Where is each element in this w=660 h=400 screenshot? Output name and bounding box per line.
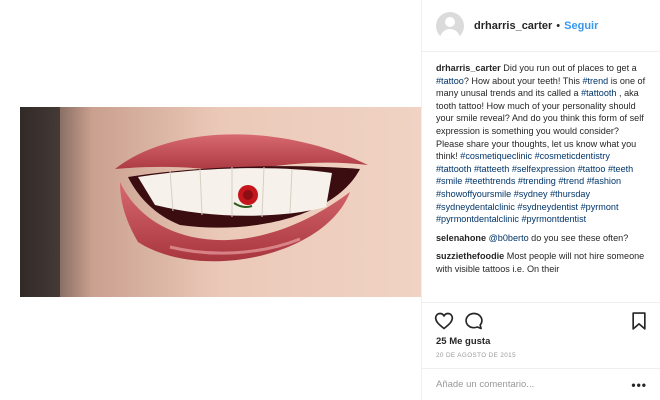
- comment-text-fragment: do you see these often?: [528, 232, 629, 243]
- action-bar: [422, 302, 660, 338]
- hashtag-link[interactable]: #trend: [582, 76, 608, 86]
- caption-comment: drharris_carter Did you run out of place…: [436, 62, 647, 226]
- comment-input[interactable]: [436, 374, 632, 395]
- post-photo[interactable]: [20, 107, 421, 297]
- comment-username[interactable]: selenahone: [436, 233, 486, 243]
- hashtag-link[interactable]: #pyrmont: [581, 202, 619, 212]
- hashtag-link[interactable]: #tattoo: [578, 164, 606, 174]
- hashtag-link[interactable]: #trending: [518, 176, 556, 186]
- hashtag-link[interactable]: #trend: [558, 176, 584, 186]
- post-header: drharris_carter • Seguir: [422, 0, 660, 52]
- post-date: 20 DE AGOSTO DE 2015: [436, 352, 516, 359]
- like-count[interactable]: 25 Me gusta: [436, 336, 490, 347]
- comments-scrollbar[interactable]: [655, 53, 660, 302]
- hashtag-link[interactable]: #sydneydentalclinic: [436, 202, 515, 212]
- comment-text-fragment: ? How about your teeth! This: [463, 75, 583, 86]
- hashtag-link[interactable]: #teethtrends: [465, 176, 516, 186]
- more-options-icon[interactable]: •••: [631, 378, 647, 392]
- default-avatar-icon[interactable]: [436, 11, 464, 40]
- hashtag-link[interactable]: #fashion: [587, 176, 621, 186]
- comments-list[interactable]: drharris_carter Did you run out of place…: [422, 53, 660, 302]
- hashtag-link[interactable]: #cosmetiqueclinic: [460, 151, 532, 161]
- comment-username[interactable]: drharris_carter: [436, 63, 501, 73]
- smile-photo-illustration: [20, 107, 421, 297]
- separator-dot: •: [556, 19, 561, 32]
- hashtag-link[interactable]: #tattooth: [581, 88, 616, 98]
- hashtag-link[interactable]: #tattoo: [436, 76, 464, 86]
- hashtag-link[interactable]: #selfexpression: [512, 164, 575, 174]
- post-sidebar: drharris_carter • Seguir drharris_carter…: [421, 0, 660, 400]
- add-comment-bar: •••: [422, 368, 660, 400]
- author-username[interactable]: drharris_carter: [474, 20, 552, 32]
- comment-item: selenahone @b0berto do you see these oft…: [436, 232, 647, 245]
- hashtag-link[interactable]: #pyrmontdentalclinic: [436, 214, 519, 224]
- hashtag-link[interactable]: #smile: [436, 176, 462, 186]
- media-pane: [0, 0, 421, 400]
- hashtag-link[interactable]: #tattooth: [436, 164, 471, 174]
- hashtag-link[interactable]: #sydney: [514, 189, 548, 199]
- mention-link[interactable]: @b0berto: [489, 233, 529, 243]
- heart-icon[interactable]: [434, 311, 454, 331]
- hashtag-link[interactable]: #showoffyoursmile: [436, 189, 511, 199]
- comment-bubble-icon[interactable]: [464, 311, 484, 331]
- comment-item: suzziethefoodie Most people will not hir…: [436, 250, 647, 275]
- comment-text: Did you run out of places to get a #tatt…: [436, 63, 645, 224]
- comment-text-fragment: Did you run out of places to get a: [503, 63, 637, 73]
- follow-button[interactable]: Seguir: [564, 20, 598, 32]
- hashtag-link[interactable]: #pyrmontdentist: [521, 214, 586, 224]
- hashtag-link[interactable]: #thursday: [550, 189, 590, 199]
- hashtag-link[interactable]: #teeth: [608, 164, 633, 174]
- comment-username[interactable]: suzziethefoodie: [436, 251, 504, 261]
- hashtag-link[interactable]: #sydneydentist: [517, 202, 578, 212]
- hashtag-link[interactable]: #cosmeticdentistry: [535, 151, 610, 161]
- bookmark-icon[interactable]: [629, 311, 649, 331]
- comment-text: @b0berto do you see these often?: [486, 232, 629, 243]
- hashtag-link[interactable]: #tatteeth: [474, 164, 509, 174]
